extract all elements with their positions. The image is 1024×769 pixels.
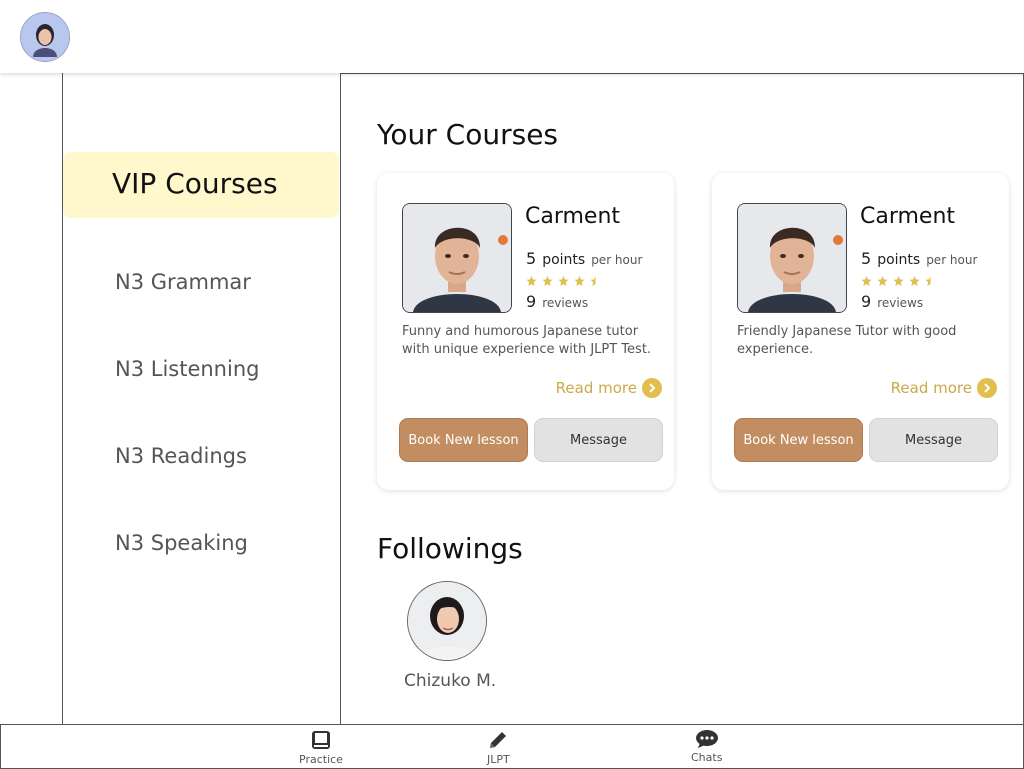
courses-heading: Your Courses — [377, 118, 559, 151]
nav-jlpt[interactable]: JLPT — [487, 729, 510, 766]
tutor-portrait-icon — [738, 204, 846, 312]
read-more-link[interactable]: Read more — [891, 378, 997, 398]
chat-bubble-icon — [695, 730, 718, 748]
review-count: 9 reviews — [526, 292, 588, 311]
pencil-icon — [490, 732, 507, 748]
star-icon — [526, 276, 537, 286]
tutor-name: Carment — [525, 204, 621, 229]
tutor-description: Friendly Japanese Tutor with good experi… — [737, 324, 957, 357]
rating-stars — [525, 275, 602, 287]
main-panel: Your Courses Carment 5 points per hour 9… — [340, 73, 1024, 724]
top-bar — [0, 0, 1024, 73]
points-label: points — [542, 252, 586, 268]
star-icon — [893, 276, 904, 286]
chevron-right-icon — [642, 378, 662, 398]
star-icon — [558, 276, 569, 286]
points-value: 5 — [861, 249, 872, 268]
half-star-icon — [925, 276, 931, 286]
reviews-label: reviews — [542, 296, 589, 310]
points-per-hour: 5 points per hour — [861, 249, 977, 268]
read-more-label: Read more — [890, 379, 972, 397]
sidebar-item-n3-readings[interactable]: N3 Readings — [115, 444, 247, 468]
nav-practice[interactable]: Practice — [299, 729, 343, 766]
reviews-value: 9 — [526, 292, 537, 311]
rating-stars — [860, 275, 937, 287]
user-avatar[interactable] — [20, 12, 70, 62]
book-new-lesson-button[interactable]: Book New lesson — [734, 418, 863, 462]
followings-heading: Followings — [377, 532, 523, 565]
star-icon — [909, 276, 920, 286]
sidebar-item-n3-speaking[interactable]: N3 Speaking — [115, 531, 248, 555]
chevron-right-icon — [977, 378, 997, 398]
half-star-icon — [590, 276, 596, 286]
nav-chats[interactable]: Chats — [691, 729, 722, 764]
left-gutter — [0, 73, 63, 724]
tutor-photo[interactable] — [737, 203, 847, 313]
course-card: Carment 5 points per hour 9 reviews Friendl… — [712, 173, 1009, 490]
reviews-value: 9 — [861, 292, 872, 311]
nav-label: JLPT — [487, 753, 510, 766]
course-card: Carment 5 points per hour 9 reviews Funny a… — [377, 173, 674, 490]
read-more-link[interactable]: Read more — [556, 378, 662, 398]
sidebar-item-n3-listenning[interactable]: N3 Listenning — [115, 357, 259, 381]
star-icon — [574, 276, 585, 286]
sidebar-item-n3-grammar[interactable]: N3 Grammar — [115, 270, 251, 294]
following-portrait-icon — [408, 582, 486, 660]
points-per-hour: 5 points per hour — [526, 249, 642, 268]
points-label: points — [877, 252, 921, 268]
tutor-name: Carment — [860, 204, 956, 229]
message-button[interactable]: Message — [534, 418, 663, 462]
avatar-portrait-icon — [21, 13, 69, 61]
sidebar-item-label: VIP Courses — [112, 167, 278, 200]
sidebar-item-vip-courses[interactable]: VIP Courses — [63, 152, 339, 218]
reviews-label: reviews — [877, 296, 924, 310]
nav-label: Practice — [299, 753, 343, 766]
bottom-nav: Practice JLPT Chats — [0, 724, 1024, 769]
star-icon — [542, 276, 553, 286]
per-hour-label: per hour — [591, 253, 643, 267]
book-icon — [311, 731, 330, 749]
star-icon — [877, 276, 888, 286]
tutor-photo[interactable] — [402, 203, 512, 313]
sidebar: VIP Courses N3 Grammar N3 Listenning N3 … — [63, 73, 340, 724]
star-icon — [861, 276, 872, 286]
message-button[interactable]: Message — [869, 418, 998, 462]
points-value: 5 — [526, 249, 537, 268]
tutor-description: Funny and humorous Japanese tutor with u… — [402, 324, 652, 357]
following-name: Chizuko M. — [404, 671, 497, 691]
tutor-portrait-icon — [403, 204, 511, 312]
nav-label: Chats — [691, 751, 723, 764]
review-count: 9 reviews — [861, 292, 923, 311]
read-more-label: Read more — [555, 379, 637, 397]
following-avatar[interactable] — [407, 581, 487, 661]
per-hour-label: per hour — [926, 253, 978, 267]
book-new-lesson-button[interactable]: Book New lesson — [399, 418, 528, 462]
